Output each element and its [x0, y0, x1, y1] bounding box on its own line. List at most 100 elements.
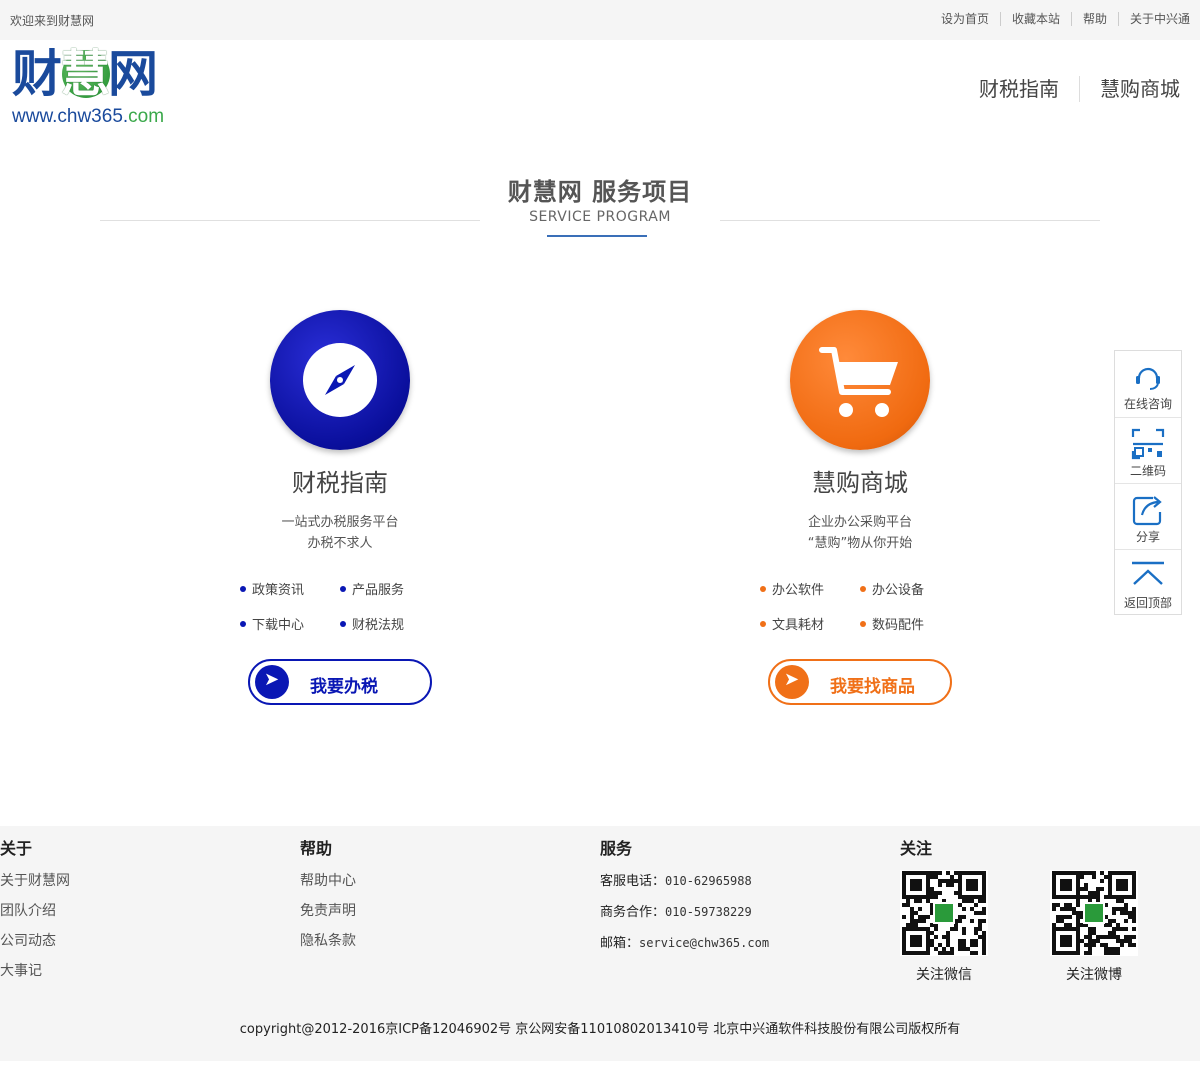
tool-label: 在线咨询 — [1123, 397, 1172, 411]
headset-icon — [1136, 367, 1160, 390]
feature-label: 政策资讯 — [252, 583, 305, 598]
footer-link-about[interactable]: 关于财慧网 — [0, 872, 70, 890]
footer-link-disclaimer[interactable]: 免责声明 — [300, 902, 356, 920]
tax-feature-policy[interactable]: 政策资讯 — [240, 582, 340, 599]
email-label: 邮箱： — [600, 936, 640, 951]
feature-label: 文具耗材 — [772, 618, 825, 633]
tax-feature-downloads[interactable]: 下载中心 — [240, 617, 340, 634]
logo-char-hui-wrap: 慧 — [60, 45, 110, 103]
wechat-qr-block[interactable]: 关注微信 — [899, 870, 989, 984]
business-number: 010-59738229 — [665, 905, 752, 919]
shop-feature-stationery[interactable]: 文具耗材 — [760, 617, 860, 634]
tax-card-title[interactable]: 财税指南 — [210, 468, 470, 498]
site-logo[interactable]: 财慧网 www.chw365.com — [12, 46, 192, 132]
logo-char-wang: 网 — [108, 45, 158, 103]
footer-service-column: 服务 客服电话：010-62965988 商务合作：010-59738229 邮… — [600, 838, 769, 953]
logo-url: www.chw365.com — [12, 106, 192, 128]
set-homepage-link[interactable]: 设为首页 — [930, 12, 1000, 26]
top-links: 设为首页 收藏本站 帮助 关于中兴通 — [930, 12, 1190, 26]
logo-url-tld: com — [128, 106, 165, 127]
back-to-top-button[interactable]: 返回顶部 — [1115, 549, 1181, 615]
footer-follow-column: 关注 — [900, 838, 932, 860]
shop-feature-equipment[interactable]: 办公设备 — [860, 582, 960, 599]
section-title: 财慧网 服务项目 — [507, 178, 693, 206]
section-underline — [547, 235, 647, 237]
weibo-qr-block[interactable]: 关注微博 — [1049, 870, 1139, 984]
welcome-text: 欢迎来到财慧网 — [10, 14, 95, 28]
footer-help-title: 帮助 — [300, 839, 333, 858]
feature-label: 办公设备 — [872, 583, 925, 598]
find-products-button-label: 我要找商品 — [830, 677, 915, 697]
nav-tax-guide[interactable]: 财税指南 — [959, 76, 1079, 102]
bullet-dot — [340, 586, 346, 592]
nav-shop-mall[interactable]: 慧购商城 — [1079, 76, 1180, 102]
bullet-dot — [760, 621, 766, 627]
tax-desc-line1: 一站式办税服务平台 — [281, 515, 399, 530]
footer-link-milestones[interactable]: 大事记 — [0, 962, 70, 980]
tax-feature-laws[interactable]: 财税法规 — [340, 617, 440, 634]
footer-about-title: 关于 — [0, 839, 33, 858]
top-bar: 欢迎来到财慧网 设为首页 收藏本站 帮助 关于中兴通 — [0, 0, 1200, 40]
service-card-shop: 慧购商城 企业办公采购平台 “慧购”物从你开始 办公软件 办公设备 文具耗材 数… — [730, 310, 990, 634]
arrow-right-icon: ➤ — [255, 665, 289, 699]
footer-link-news[interactable]: 公司动态 — [0, 932, 70, 950]
online-consult-button[interactable]: 在线咨询 — [1115, 351, 1181, 417]
logo-char-hui: 慧 — [60, 45, 110, 103]
shop-card-desc: 企业办公采购平台 “慧购”物从你开始 — [730, 512, 990, 554]
shop-feature-digital[interactable]: 数码配件 — [860, 617, 960, 634]
weibo-label: 关注微博 — [1066, 967, 1122, 983]
shop-feature-software[interactable]: 办公软件 — [760, 582, 860, 599]
file-tax-button-label: 我要办税 — [310, 677, 378, 697]
bookmark-link[interactable]: 收藏本站 — [999, 12, 1071, 26]
footer-business: 商务合作：010-59738229 — [600, 903, 769, 922]
footer-follow-title: 关注 — [900, 839, 933, 858]
site-footer: 关于 关于财慧网 团队介绍 公司动态 大事记 帮助 帮助中心 免责声明 隐私条款… — [0, 826, 1200, 1061]
floating-toolbar: 在线咨询 二维码 分享 返回顶部 — [1114, 350, 1182, 615]
tax-card-desc: 一站式办税服务平台 办税不求人 — [210, 512, 470, 554]
qrcode-button[interactable]: 二维码 — [1115, 417, 1181, 483]
feature-label: 办公软件 — [772, 583, 825, 598]
wechat-label: 关注微信 — [916, 967, 972, 983]
tool-label: 分享 — [1135, 530, 1160, 544]
find-products-button[interactable]: ➤ 我要找商品 — [768, 659, 952, 705]
bullet-dot — [240, 621, 246, 627]
tax-feature-list: 政策资讯 产品服务 下载中心 财税法规 — [240, 582, 440, 634]
arrow-right-icon: ➤ — [775, 665, 809, 699]
phone-label: 客服电话： — [600, 874, 666, 889]
service-card-tax: 财税指南 一站式办税服务平台 办税不求人 政策资讯 产品服务 下载中心 财税法规 — [210, 310, 470, 634]
feature-label: 产品服务 — [352, 583, 405, 598]
share-button[interactable]: 分享 — [1115, 483, 1181, 549]
feature-label: 数码配件 — [872, 618, 925, 633]
help-link[interactable]: 帮助 — [1070, 12, 1118, 26]
bullet-dot — [340, 621, 346, 627]
wechat-qrcode — [900, 870, 988, 956]
shop-desc-line2: “慧购”物从你开始 — [807, 536, 913, 551]
business-label: 商务合作： — [600, 905, 666, 920]
email-address[interactable]: service@chw365.com — [639, 936, 769, 950]
cart-icon[interactable] — [790, 310, 930, 450]
footer-link-privacy[interactable]: 隐私条款 — [300, 932, 356, 950]
back-to-top-icon — [1132, 561, 1164, 585]
compass-icon[interactable] — [270, 310, 410, 450]
tool-label: 返回顶部 — [1123, 596, 1172, 610]
footer-link-team[interactable]: 团队介绍 — [0, 902, 70, 920]
bullet-dot — [240, 586, 246, 592]
logo-url-main: www.chw365. — [12, 106, 129, 127]
footer-phone: 客服电话：010-62965988 — [600, 872, 769, 891]
tax-desc-line2: 办税不求人 — [307, 536, 373, 551]
main-nav: 财税指南 慧购商城 — [959, 76, 1180, 102]
footer-link-help-center[interactable]: 帮助中心 — [300, 872, 356, 890]
copyright-text: copyright@2012-2016京ICP备12046902号 京公网安备1… — [239, 1022, 961, 1037]
about-zxt-link[interactable]: 关于中兴通 — [1117, 12, 1190, 26]
footer-about-column: 关于 关于财慧网 团队介绍 公司动态 大事记 — [0, 838, 70, 980]
share-icon — [1132, 496, 1162, 526]
tool-label: 二维码 — [1129, 464, 1166, 478]
qr-pattern — [1052, 871, 1136, 955]
bullet-dot — [860, 621, 866, 627]
footer-help-column: 帮助 帮助中心 免责声明 隐私条款 — [300, 838, 356, 950]
tax-feature-products[interactable]: 产品服务 — [340, 582, 440, 599]
bullet-dot — [760, 586, 766, 592]
shop-card-title[interactable]: 慧购商城 — [730, 468, 990, 498]
qrcode-icon — [1131, 428, 1165, 460]
file-tax-button[interactable]: ➤ 我要办税 — [248, 659, 432, 705]
